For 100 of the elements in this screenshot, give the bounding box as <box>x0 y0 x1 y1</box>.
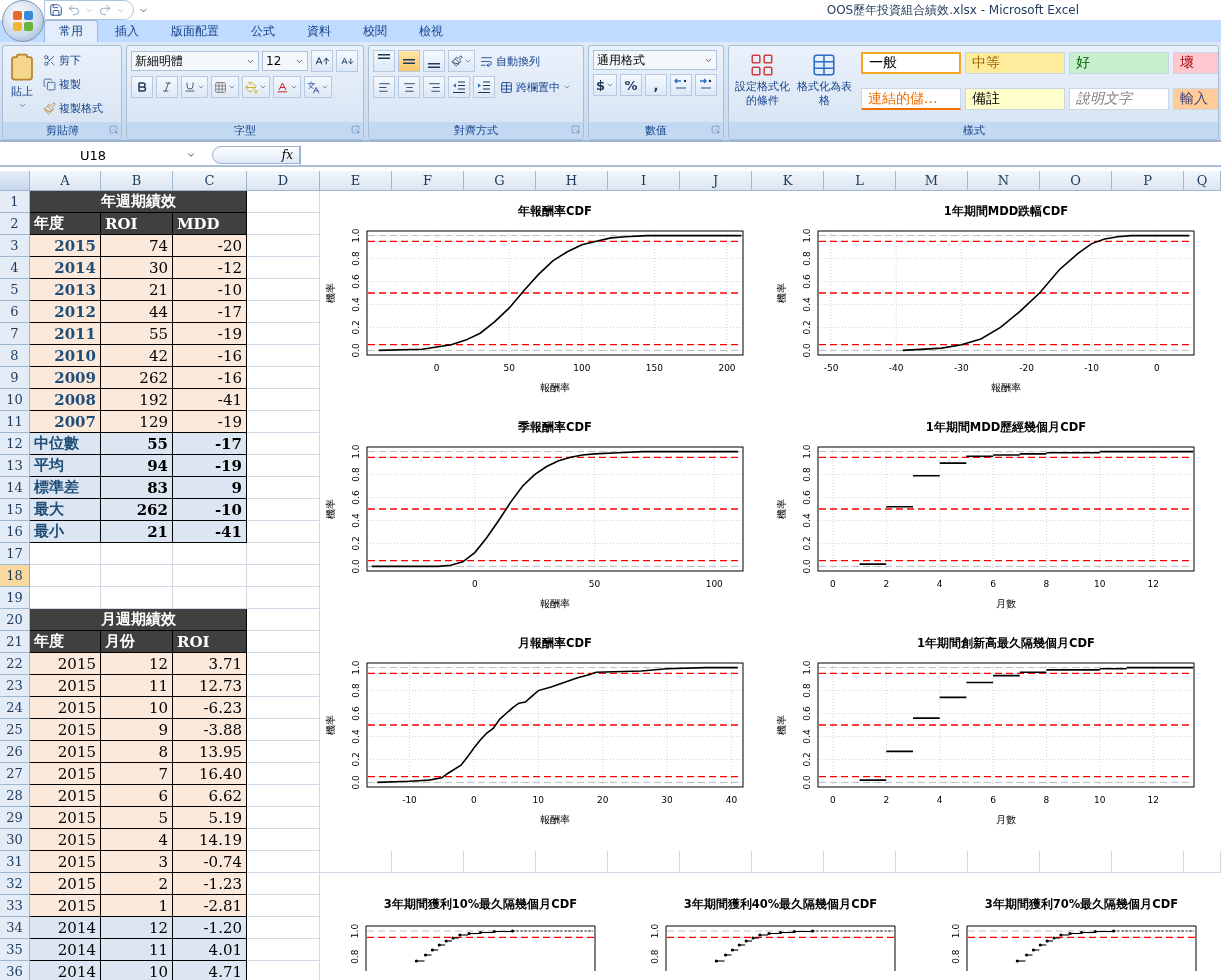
ribbon-tab[interactable]: 版面配置 <box>156 20 234 42</box>
column-heading[interactable]: J <box>680 171 752 191</box>
column-heading[interactable]: F <box>392 171 464 191</box>
row-header[interactable]: 1 <box>0 191 30 213</box>
orientation-button[interactable] <box>448 50 475 72</box>
insert-function-button[interactable]: fx <box>212 146 300 164</box>
clipboard-command[interactable]: 剪下 <box>41 50 105 70</box>
row-header[interactable]: 31 <box>0 851 30 873</box>
row-header[interactable]: 25 <box>0 719 30 741</box>
row-header[interactable]: 36 <box>0 961 30 980</box>
paste-button[interactable]: 貼上 <box>7 50 37 118</box>
row-header[interactable]: 17 <box>0 543 30 565</box>
cell-style-option[interactable]: 中等 <box>965 52 1065 74</box>
row-header[interactable]: 4 <box>0 257 30 279</box>
cell-style-option[interactable]: 備註 <box>965 88 1065 110</box>
ribbon-tab[interactable]: 公式 <box>236 20 290 42</box>
launcher-icon[interactable] <box>109 125 118 134</box>
cell-style-option[interactable]: 好 <box>1069 52 1169 74</box>
ribbon-tab[interactable]: 常用 <box>44 20 98 42</box>
column-heading[interactable]: E <box>320 171 392 191</box>
increase-indent-button[interactable] <box>473 76 495 98</box>
vertical-align-button[interactable] <box>373 50 395 72</box>
empty-cell[interactable] <box>101 565 173 587</box>
row-header[interactable]: 33 <box>0 895 30 917</box>
launcher-icon[interactable] <box>711 125 720 134</box>
row-header[interactable]: 30 <box>0 829 30 851</box>
column-heading[interactable]: A <box>30 171 101 191</box>
column-heading[interactable]: B <box>101 171 173 191</box>
decrease-decimal-button[interactable] <box>695 74 718 96</box>
ribbon-tab[interactable]: 校閱 <box>348 20 402 42</box>
phonetic-button[interactable] <box>304 76 332 98</box>
column-heading[interactable]: P <box>1112 171 1184 191</box>
clipboard-command[interactable]: 複製格式 <box>41 98 105 118</box>
cell-style-option[interactable]: 一般 <box>861 52 961 74</box>
bold-button[interactable] <box>131 76 153 98</box>
row-header[interactable]: 7 <box>0 323 30 345</box>
select-all-corner[interactable] <box>0 171 30 191</box>
number-format-button[interactable]: , <box>645 74 668 96</box>
column-heading[interactable]: M <box>896 171 968 191</box>
undo-icon[interactable] <box>67 3 81 17</box>
vertical-align-button[interactable] <box>423 50 445 72</box>
column-heading[interactable]: C <box>173 171 247 191</box>
clipboard-command[interactable]: 複製 <box>41 74 105 94</box>
align-left-button[interactable] <box>373 76 395 98</box>
redo-icon[interactable] <box>98 3 112 17</box>
column-heading[interactable]: G <box>464 171 536 191</box>
row-header[interactable]: 9 <box>0 367 30 389</box>
row-header[interactable]: 19 <box>0 587 30 609</box>
increase-decimal-button[interactable] <box>670 74 693 96</box>
row-header[interactable]: 2 <box>0 213 30 235</box>
merge-center-button[interactable]: 跨欄置中 <box>498 77 573 97</box>
font-size-field[interactable]: 12 <box>262 51 308 71</box>
row-header[interactable]: 34 <box>0 917 30 939</box>
row-header[interactable]: 10 <box>0 389 30 411</box>
row-header[interactable]: 11 <box>0 411 30 433</box>
row-header[interactable]: 18 <box>0 565 30 587</box>
empty-cell[interactable] <box>101 543 173 565</box>
underline-button[interactable] <box>181 76 208 98</box>
column-heading[interactable]: H <box>536 171 608 191</box>
ribbon-tab[interactable]: 檢視 <box>404 20 458 42</box>
row-header[interactable]: 8 <box>0 345 30 367</box>
align-center-button[interactable] <box>398 76 420 98</box>
name-box[interactable]: U18 <box>0 145 200 165</box>
column-heading[interactable]: Q <box>1184 171 1221 191</box>
save-icon[interactable] <box>49 3 63 17</box>
conditional-format-button[interactable]: 設定格式化的條件 <box>733 50 791 118</box>
number-format-button[interactable]: % <box>620 74 643 96</box>
font-name-field[interactable]: 新細明體 <box>131 51 259 71</box>
cell-style-option[interactable]: 壞 <box>1173 52 1218 74</box>
number-format-button[interactable]: $ <box>593 74 618 96</box>
column-heading[interactable]: I <box>608 171 680 191</box>
row-header[interactable]: 14 <box>0 477 30 499</box>
format-as-table-button[interactable]: 格式化為表格 <box>795 50 853 118</box>
column-heading[interactable]: L <box>824 171 896 191</box>
launcher-icon[interactable] <box>571 125 580 134</box>
align-right-button[interactable] <box>423 76 445 98</box>
column-heading[interactable]: O <box>1040 171 1112 191</box>
row-header[interactable]: 21 <box>0 631 30 653</box>
ribbon-tab[interactable]: 插入 <box>100 20 154 42</box>
font-color-button[interactable] <box>273 76 301 98</box>
column-heading[interactable]: D <box>247 171 320 191</box>
fill-color-button[interactable] <box>242 76 270 98</box>
row-header[interactable]: 3 <box>0 235 30 257</box>
row-header[interactable]: 24 <box>0 697 30 719</box>
row-header[interactable]: 15 <box>0 499 30 521</box>
row-header[interactable]: 5 <box>0 279 30 301</box>
row-header[interactable]: 32 <box>0 873 30 895</box>
borders-button[interactable] <box>211 76 239 98</box>
row-header[interactable]: 28 <box>0 785 30 807</box>
row-header[interactable]: 22 <box>0 653 30 675</box>
grow-font-button[interactable] <box>311 50 333 72</box>
row-header[interactable]: 12 <box>0 433 30 455</box>
decrease-indent-button[interactable] <box>448 76 470 98</box>
row-header[interactable]: 35 <box>0 939 30 961</box>
cell-style-option[interactable]: 說明文字 <box>1069 88 1169 110</box>
launcher-icon[interactable] <box>351 125 360 134</box>
row-header[interactable]: 29 <box>0 807 30 829</box>
row-header[interactable]: 20 <box>0 609 30 631</box>
row-header[interactable]: 13 <box>0 455 30 477</box>
empty-cell[interactable] <box>173 543 247 565</box>
